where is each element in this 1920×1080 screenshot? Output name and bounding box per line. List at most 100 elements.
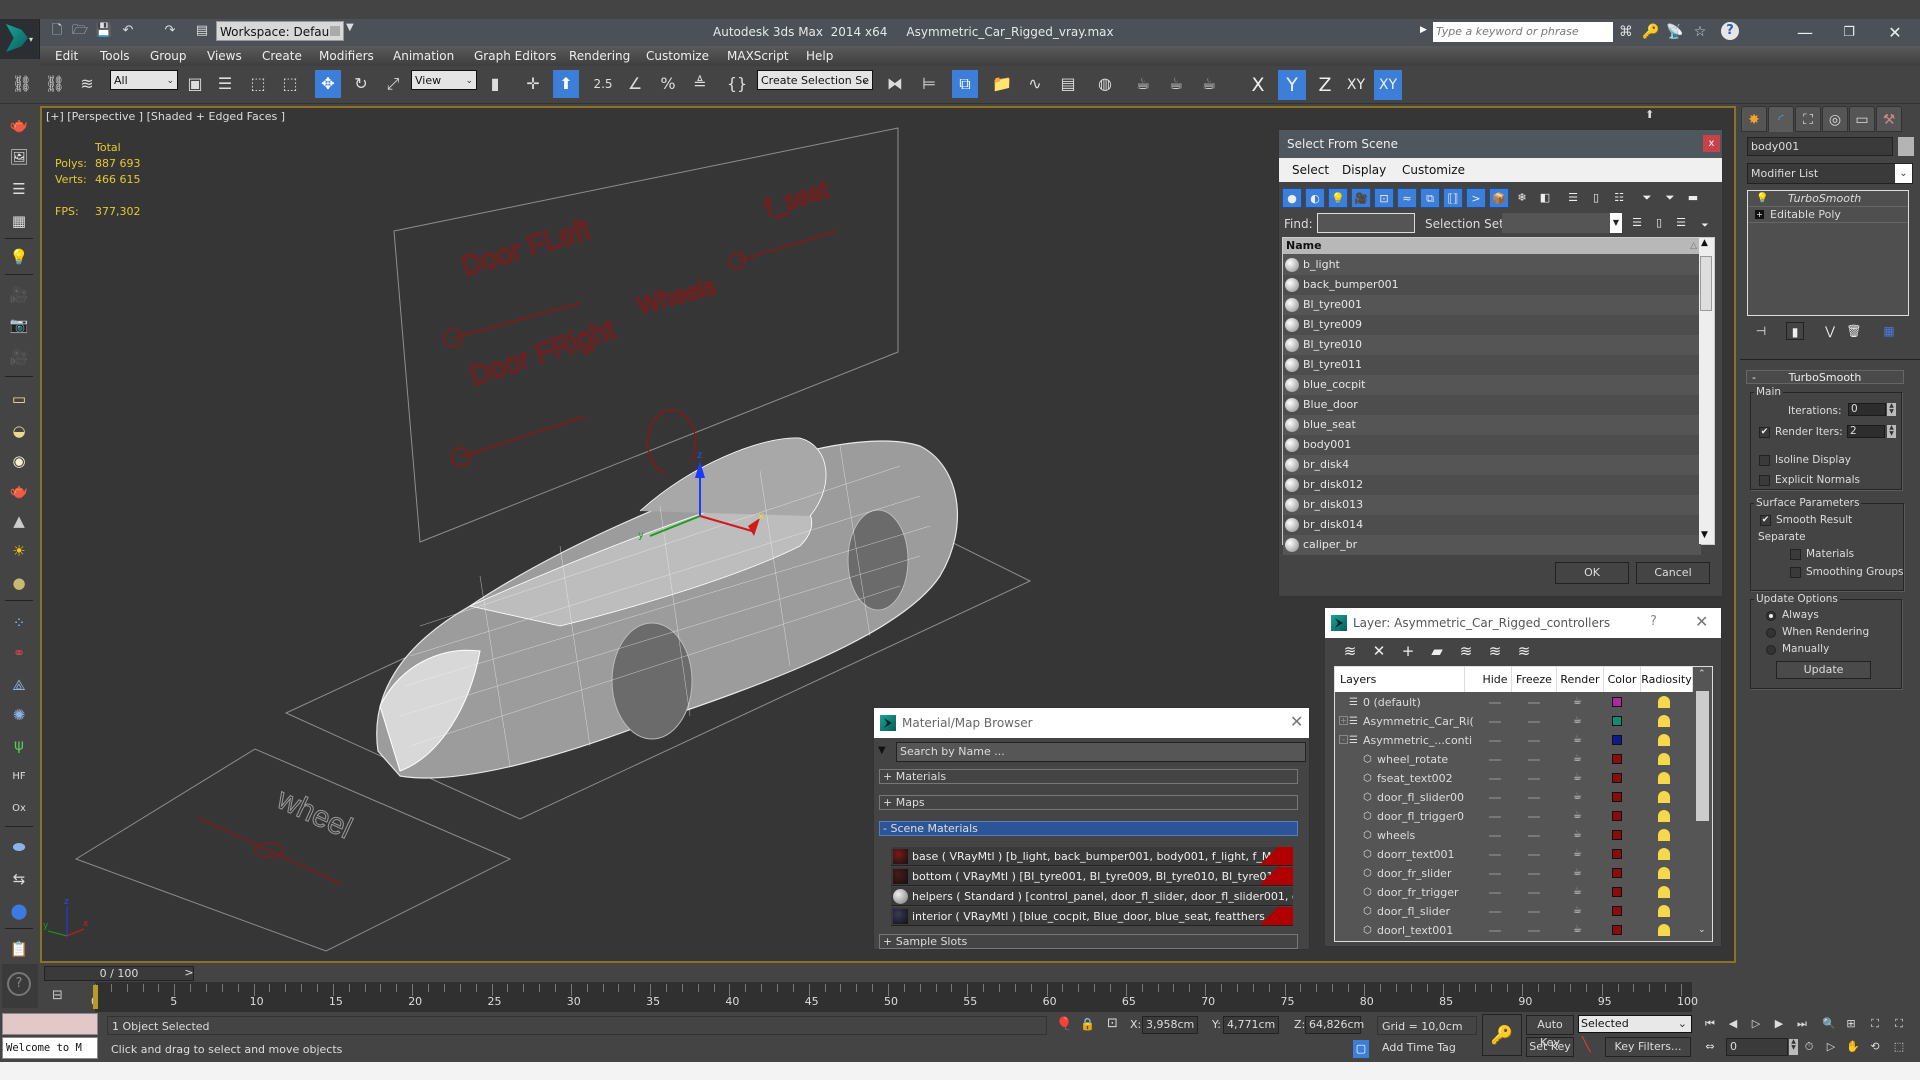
freeze-toggle[interactable] (1528, 892, 1540, 894)
make-unique-icon[interactable]: ⋁ (1821, 322, 1839, 340)
scrollbar[interactable]: ⌃ ⌄ (1694, 667, 1712, 941)
freeze-toggle[interactable] (1528, 721, 1540, 723)
radiosity-sun-icon[interactable] (1658, 867, 1670, 879)
object-list-item[interactable]: br_disk013 (1283, 495, 1701, 515)
dropdown-arrow-icon[interactable]: ▼ (1610, 213, 1622, 233)
schematic-view-icon[interactable]: ▤ (1055, 70, 1081, 98)
object-list-item[interactable]: br_disk012 (1283, 475, 1701, 495)
radiosity-sun-icon[interactable] (1658, 886, 1670, 898)
key-mode-dropdown[interactable]: Selected ⌄ (1578, 1015, 1692, 1033)
display-cameras-icon[interactable]: 🎥 (1351, 188, 1371, 208)
render-iters-checkbox[interactable]: ✔ (1759, 427, 1770, 438)
hide-toggle[interactable] (1489, 759, 1501, 761)
freeze-toggle[interactable] (1528, 797, 1540, 799)
set-keys-key-icon[interactable]: 🔑 (1482, 1014, 1522, 1056)
favorites-star-icon[interactable]: ☆ (1690, 22, 1710, 42)
light-bulb-icon[interactable]: 💡 (1756, 191, 1768, 207)
sphere-icon[interactable]: ⬬ (7, 836, 31, 858)
select-influences-icon[interactable]: ☰ (1671, 213, 1691, 233)
play-icon[interactable]: ▷ (1747, 1015, 1765, 1033)
maxscript-input[interactable]: Welcome to M (2, 1037, 98, 1059)
close-button[interactable]: x (1703, 135, 1720, 152)
absolute-mode-icon[interactable]: ⊡ (1107, 1016, 1118, 1031)
display-containers-icon[interactable]: 📦 (1489, 188, 1509, 208)
render-teapot-icon[interactable]: ☕ (1573, 792, 1583, 802)
bind-space-warp-icon[interactable]: ≋ (74, 70, 100, 98)
layer-row[interactable]: ⬡ doorl_text001 ☕ (1335, 921, 1693, 940)
hair-farm-icon[interactable]: HF (7, 766, 31, 788)
add-to-layer-icon[interactable]: + (1397, 640, 1419, 662)
search-options-icon[interactable]: ▼ (878, 745, 886, 756)
hide-toggle[interactable] (1489, 721, 1501, 723)
menu-customize[interactable]: Customize (646, 46, 709, 66)
render-region-icon[interactable]: ⬤ (7, 900, 31, 922)
help-button[interactable]: ? (1650, 614, 1657, 629)
tab-modify-icon[interactable]: ◜ (1768, 106, 1794, 132)
angle-snap-icon[interactable]: ∠ (622, 70, 648, 98)
object-color-swatch[interactable] (1898, 137, 1914, 156)
displacement-icon[interactable]: ✺ (7, 704, 31, 726)
layer-color-swatch[interactable] (1612, 906, 1622, 916)
layer-row[interactable]: ⬡ wheel_rotate ☕ (1335, 750, 1693, 769)
current-time-marker[interactable] (93, 985, 98, 1009)
column-color[interactable]: Color (1604, 667, 1641, 692)
go-to-start-icon[interactable]: ⏮ (1701, 1015, 1719, 1033)
column-render[interactable]: Render (1557, 667, 1604, 692)
pin-icon[interactable]: ⬆ (1645, 108, 1654, 121)
category-maps[interactable]: + Maps (879, 795, 1298, 810)
menu-rendering[interactable]: Rendering (569, 46, 630, 66)
selection-lock-icon[interactable]: 🔒 (1080, 1017, 1095, 1031)
layer-row[interactable]: ☰ 0 (default) ☕ (1335, 693, 1693, 712)
find-input[interactable] (1317, 213, 1415, 233)
workspace-menu-icon[interactable]: ▼ (346, 22, 354, 33)
select-objects-in-layer-icon[interactable]: ▰ (1426, 640, 1448, 662)
delete-layer-icon[interactable]: ✕ (1368, 640, 1390, 662)
scroll-down-icon[interactable]: ▼ (1701, 530, 1708, 540)
select-and-move-icon[interactable]: ✥ (315, 70, 341, 98)
display-helpers-icon[interactable]: ⊡ (1374, 188, 1394, 208)
radiosity-sun-icon[interactable] (1658, 753, 1670, 765)
iterations-spinner[interactable]: 0 (1848, 403, 1886, 416)
infocenter-search-input[interactable]: Type a keyword or phrase (1433, 22, 1613, 42)
reference-coordinate-dropdown[interactable]: View ⌄ (411, 70, 477, 90)
filter-icon[interactable]: ⏷ (1637, 188, 1657, 208)
satellite-icon[interactable]: 📡 (1665, 22, 1685, 42)
layer-row[interactable]: ⬡ doorr_text001 ☕ (1335, 845, 1693, 864)
close-button[interactable]: ✕ (1290, 712, 1303, 731)
radiosity-sun-icon[interactable] (1658, 905, 1670, 917)
fur-icon[interactable]: ⁘ (7, 612, 31, 634)
spinner-arrows-icon[interactable]: ▲ ▼ (1789, 1039, 1798, 1055)
display-hidden-icon[interactable]: ◧ (1535, 188, 1555, 208)
stack-item-turbosmooth[interactable]: 💡 TurboSmooth (1748, 191, 1908, 207)
layer-manager-icon[interactable]: ⧉ (952, 70, 978, 98)
maxscript-listener-mini[interactable] (2, 1013, 98, 1035)
close-window-button[interactable]: ✕ (1872, 19, 1918, 46)
freeze-toggle[interactable] (1528, 854, 1540, 856)
radiosity-sun-icon[interactable] (1658, 848, 1670, 860)
auto-key-button[interactable]: Auto Key (1526, 1015, 1574, 1049)
viewport-label-menu[interactable]: [+] [Perspective ] [Shaded + Edged Faces… (46, 110, 285, 123)
selection-filter-dropdown[interactable]: All ⌄ (110, 70, 178, 90)
align-icon[interactable]: ⊨ (916, 70, 942, 98)
keyboard-shortcut-override-icon[interactable]: ⬆ (553, 70, 579, 98)
open-file-icon[interactable]: 🗁 (71, 22, 89, 40)
layer-row[interactable]: ⬡ door_fl_slider ☕ (1335, 902, 1693, 921)
category-sample-slots[interactable]: + Sample Slots (879, 934, 1298, 949)
hide-toggle[interactable] (1489, 740, 1501, 742)
modifier-list-dropdown[interactable]: Modifier List ⌄ (1747, 163, 1913, 184)
hide-unhide-layers-icon[interactable]: ≋ (1484, 640, 1506, 662)
add-time-tag-button[interactable]: Add Time Tag (1382, 1041, 1456, 1054)
layer-row[interactable]: ⬡ door_fl_slider00 ☕ (1335, 788, 1693, 807)
edit-named-selection-icon[interactable]: {} (724, 70, 750, 98)
column-hide[interactable]: Hide (1479, 667, 1512, 692)
select-dependents-icon[interactable]: ☰ (1627, 213, 1647, 233)
object-list-item[interactable]: Bl_tyre001 (1283, 295, 1701, 315)
column-freeze[interactable]: Freeze (1512, 667, 1557, 692)
update-option-radio[interactable] (1766, 628, 1776, 638)
zoom-icon[interactable]: 🔍 (1820, 1015, 1838, 1033)
scrollbar[interactable]: ▲ ▼ (1699, 238, 1714, 544)
remove-modifier-icon[interactable]: 🗑 (1845, 322, 1863, 340)
hide-toggle[interactable] (1489, 911, 1501, 913)
object-list-item[interactable]: caliper_br (1283, 535, 1701, 555)
render-teapot-icon[interactable]: ☕ (1573, 697, 1583, 707)
